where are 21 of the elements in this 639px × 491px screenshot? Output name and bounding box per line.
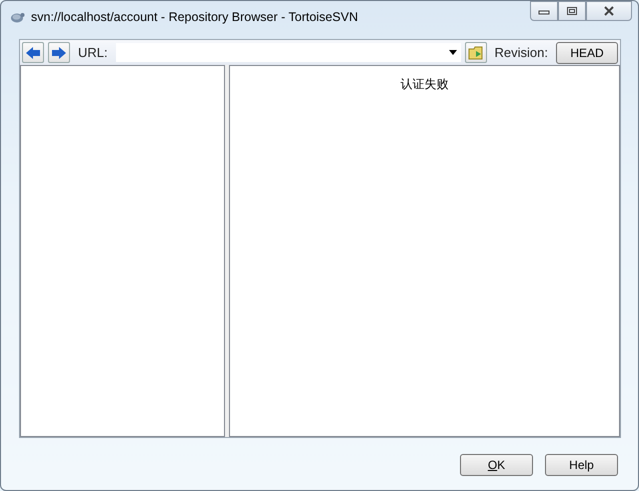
help-button[interactable]: Help xyxy=(545,454,618,476)
url-label: URL: xyxy=(78,45,108,60)
error-message: 认证失败 xyxy=(400,76,448,93)
folder-icon xyxy=(468,44,484,60)
ok-button[interactable]: OK xyxy=(460,454,533,476)
dropdown-arrow-icon xyxy=(448,50,457,55)
right-arrow-icon xyxy=(51,46,67,60)
restore-icon xyxy=(566,6,578,16)
revision-label: Revision: xyxy=(494,45,548,60)
forward-button[interactable] xyxy=(48,42,70,63)
minimize-button[interactable] xyxy=(530,1,558,21)
close-icon xyxy=(603,6,615,16)
window-title: svn://localhost/account - Repository Browser - TortoiseSVN xyxy=(31,10,358,24)
folder-button[interactable] xyxy=(464,42,487,63)
turtle-icon xyxy=(9,10,25,24)
maximize-button[interactable] xyxy=(558,1,586,21)
close-button[interactable] xyxy=(586,1,632,21)
left-arrow-icon xyxy=(25,46,41,60)
url-field[interactable] xyxy=(116,43,461,62)
head-button[interactable]: HEAD xyxy=(556,42,618,64)
back-button[interactable] xyxy=(22,42,44,63)
